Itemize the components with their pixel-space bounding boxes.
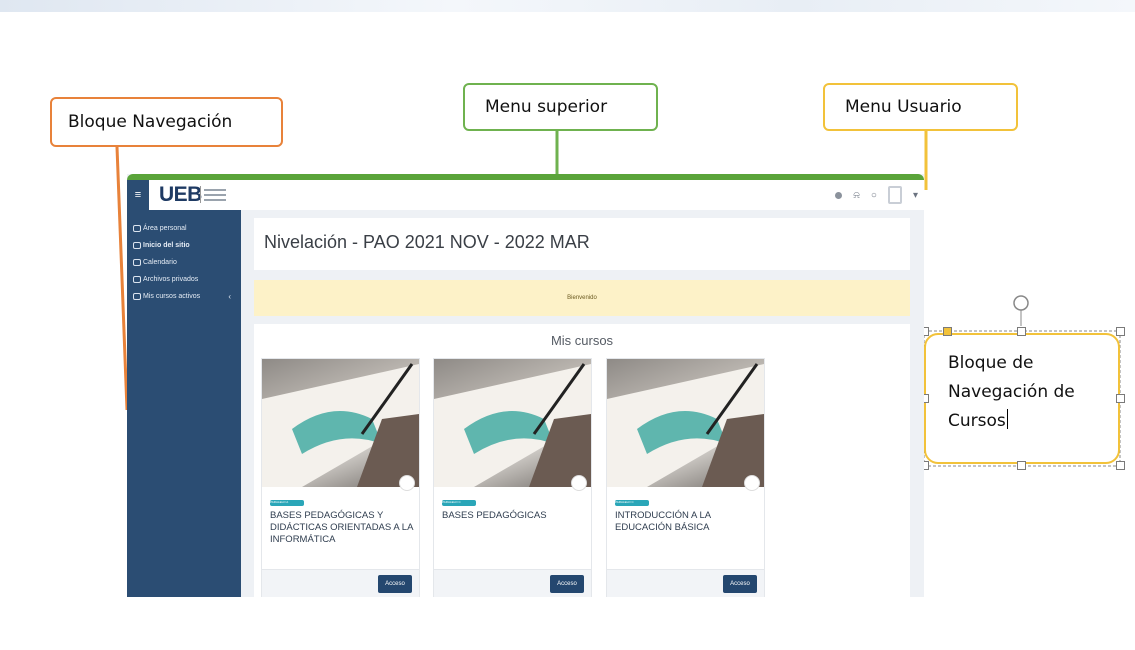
text-cursor [1006,409,1008,429]
callout-courses-line1: Bloque de [948,353,1034,373]
courses-title: Mis cursos [550,333,614,348]
access-button[interactable]: Acceso [723,575,757,593]
course-card[interactable]: PARALELO C INTRODUCCIÓN A LA EDUCACIÓN B… [606,358,765,597]
sidebar-item-label: Archivos privados [143,276,199,283]
callout-navigation: Bloque Navegación [50,97,283,147]
sidebar-item-calendario[interactable]: Calendario [127,254,241,271]
course-footer: Acceso [434,569,591,597]
navigation-sidebar: Área personal Inicio del sitio Calendari… [127,210,241,597]
callout-courses-nav[interactable]: Bloque de Navegación de Cursos [924,333,1120,464]
course-tag: PARALELO A [270,500,304,506]
callout-navigation-text: Bloque Navegación [68,112,233,132]
logo-subtitle [200,186,228,203]
sidebar-item-mis-cursos[interactable]: Mis cursos activos ‹ [127,288,241,305]
calendar-icon [133,259,141,266]
sidebar-item-label: Calendario [143,259,177,266]
rotate-handle-icon [1013,295,1029,311]
course-image[interactable] [262,359,419,487]
callout-courses-line2: Navegación de [948,382,1075,402]
callout-courses-line3: Cursos [948,411,1006,431]
callout-top-menu-text: Menu superior [485,97,608,117]
courses-block: Mis cursos PARALELO A BASES PEDAGÓGICAS … [254,324,910,597]
sidebar-item-inicio[interactable]: Inicio del sitio [127,237,241,254]
welcome-banner: Bienvenido [254,280,910,316]
course-footer: Acceso [607,569,764,597]
file-icon [133,276,141,283]
platform-screenshot: ≡ UEB ⍾ ○ ▾ Área personal Inicio del sit… [127,174,924,597]
home-icon [133,242,141,249]
course-card[interactable]: PARALELO A BASES PEDAGÓGICAS Y DIDÁCTICA… [261,358,420,597]
resize-handle[interactable] [1017,461,1026,470]
background-band [0,0,1135,12]
chevron-left-icon: ‹ [228,292,231,301]
callout-user-menu-text: Menu Usuario [845,97,962,117]
course-title[interactable]: BASES PEDAGÓGICAS [442,510,587,522]
sidebar-item-label: Inicio del sitio [143,242,190,249]
user-menu: ⍾ ○ ▾ [835,186,918,204]
resize-handle[interactable] [1116,327,1125,336]
callout-user-menu: Menu Usuario [823,83,1018,131]
dashboard-icon [133,225,141,232]
bell-icon[interactable]: ⍾ [853,190,860,201]
main-content: Nivelación - PAO 2021 NOV - 2022 MAR Bie… [241,210,924,597]
course-image[interactable] [434,359,591,487]
welcome-text: Bienvenido [567,295,597,301]
navigation-connector [115,146,129,411]
hamburger-menu-icon[interactable]: ≡ [127,180,149,210]
chevron-down-icon[interactable]: ▾ [913,190,918,201]
resize-handle[interactable] [1116,461,1125,470]
adjust-handle[interactable] [943,327,952,336]
course-footer: Acceso [262,569,419,597]
avatar-icon[interactable] [887,186,902,204]
top-menu-bar: ≡ UEB ⍾ ○ ▾ [127,174,924,210]
callout-top-menu: Menu superior [463,83,658,131]
sidebar-item-label: Área personal [143,225,187,232]
chat-icon[interactable]: ○ [871,190,877,201]
access-button[interactable]: Acceso [550,575,584,593]
sidebar-item-area-personal[interactable]: Área personal [127,220,241,237]
access-button[interactable]: Acceso [378,575,412,593]
sidebar-item-label: Mis cursos activos [143,293,201,300]
dot-icon[interactable] [835,191,843,199]
course-card[interactable]: PARALELO C BASES PEDAGÓGICAS Acceso [433,358,592,597]
page-title-card: Nivelación - PAO 2021 NOV - 2022 MAR [254,218,910,270]
page-title: Nivelación - PAO 2021 NOV - 2022 MAR [264,232,590,252]
course-tag: PARALELO C [442,500,476,506]
course-image[interactable] [607,359,764,487]
course-title[interactable]: INTRODUCCIÓN A LA EDUCACIÓN BÁSICA [615,510,760,534]
annotated-screenshot: Bloque Navegación Menu superior Menu Usu… [0,0,1135,650]
course-avatar [744,475,760,491]
graduation-cap-icon [133,293,141,300]
course-avatar [571,475,587,491]
course-tag: PARALELO C [615,500,649,506]
course-avatar [399,475,415,491]
resize-handle[interactable] [1116,394,1125,403]
resize-handle[interactable] [1017,327,1026,336]
ueb-logo[interactable]: UEB [159,183,202,207]
course-title[interactable]: BASES PEDAGÓGICAS Y DIDÁCTICAS ORIENTADA… [270,510,415,546]
sidebar-item-archivos[interactable]: Archivos privados [127,271,241,288]
